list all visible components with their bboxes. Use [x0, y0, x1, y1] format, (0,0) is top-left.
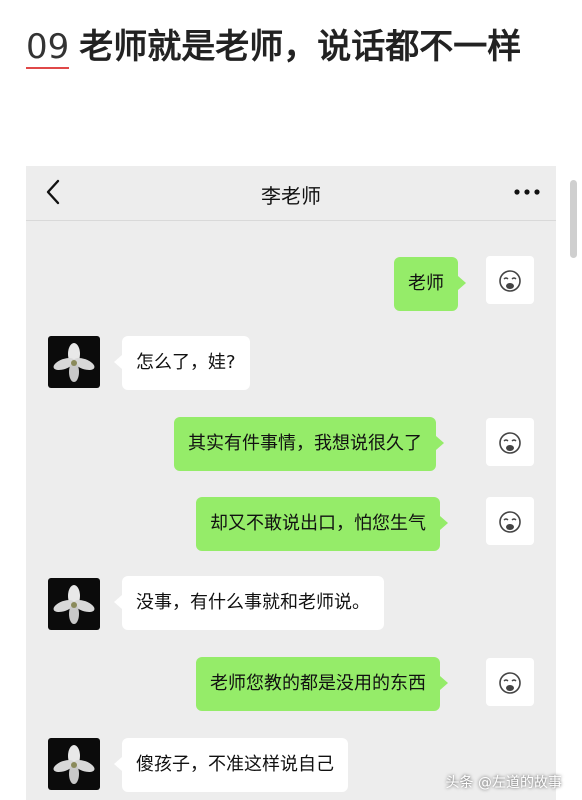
more-dots-icon[interactable]: [512, 180, 542, 204]
crying-face-sticker-icon: [499, 672, 521, 694]
my-avatar[interactable]: [486, 256, 534, 304]
teacher-avatar[interactable]: [48, 738, 100, 790]
message-bubble-sent[interactable]: 却又不敢说出口，怕您生气: [196, 497, 448, 551]
message-bubble-received[interactable]: 没事，有什么事就和老师说。: [114, 576, 384, 630]
chat-header: 李老师: [26, 166, 556, 221]
article-number: 09: [26, 27, 70, 69]
message-bubble-sent[interactable]: 老师: [394, 257, 466, 311]
my-avatar[interactable]: [486, 497, 534, 545]
article-headline: 09 老师就是老师，说话都不一样: [26, 18, 566, 76]
crying-face-sticker-icon: [499, 511, 521, 533]
white-flower-photo-icon: [53, 343, 95, 382]
crying-face-sticker-icon: [499, 270, 521, 292]
white-flower-photo-icon: [53, 585, 95, 624]
teacher-avatar[interactable]: [48, 578, 100, 630]
teacher-avatar[interactable]: [48, 336, 100, 388]
watermark: 头条 @左道的故事: [445, 775, 562, 791]
crying-face-sticker-icon: [499, 432, 521, 454]
my-avatar[interactable]: [486, 658, 534, 706]
my-avatar[interactable]: [486, 418, 534, 466]
message-bubble-sent[interactable]: 老师您教的都是没用的东西: [196, 657, 448, 711]
article-title: 老师就是老师，说话都不一样: [79, 27, 522, 67]
chat-title: 李老师: [261, 184, 321, 208]
chat-screenshot: 李老师 老师 怎么了，娃? 其实有件事情，我想说很久了 却又不敢说出口，怕您生气…: [26, 166, 556, 800]
white-flower-photo-icon: [53, 745, 95, 784]
page-scrollbar[interactable]: [570, 180, 577, 258]
message-bubble-received[interactable]: 傻孩子，不准这样说自己: [114, 738, 348, 792]
message-bubble-received[interactable]: 怎么了，娃?: [114, 336, 250, 390]
message-bubble-sent[interactable]: 其实有件事情，我想说很久了: [174, 417, 444, 471]
